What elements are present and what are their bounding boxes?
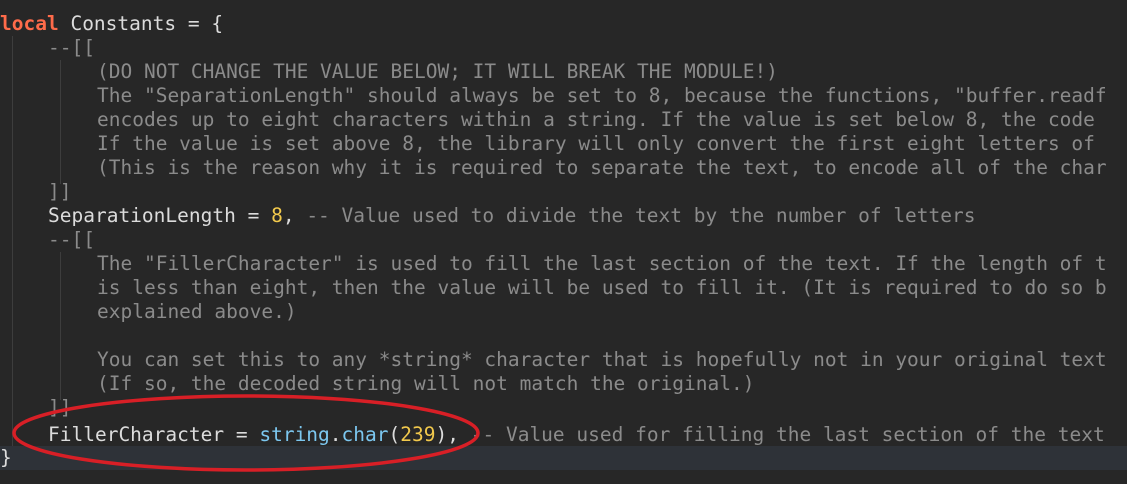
code-line-10: --[[ [48, 228, 95, 251]
indent-guide [12, 36, 13, 446]
code-line-9: SeparationLength = 8, -- Value used to d… [48, 204, 976, 227]
code-line-2: --[[ [48, 36, 95, 59]
code-line-15: You can set this to any *string* charact… [97, 348, 1107, 371]
code-line-6: If the value is set above 8, the library… [97, 132, 1095, 155]
code-line-1: local Constants = { [0, 12, 224, 35]
indent-guide [60, 252, 61, 400]
code-line-8: ]] [48, 180, 72, 203]
code-line-3: (DO NOT CHANGE THE VALUE BELOW; IT WILL … [97, 60, 778, 83]
code-line-18: FillerCharacter = string.char(239), -- V… [48, 423, 1105, 446]
code-line-7: (This is the reason why it is required t… [97, 156, 1107, 179]
code-line-4: The "SeparationLength" should always be … [97, 84, 1107, 107]
code-line-11: The "FillerCharacter" is used to fill th… [97, 252, 1107, 275]
code-line-5: encodes up to eight characters within a … [97, 108, 1095, 131]
code-line-16: (If so, the decoded string will not matc… [97, 372, 755, 395]
code-line-12: is less than eight, then the value will … [97, 276, 1107, 299]
code-line-17: ]] [48, 396, 72, 419]
code-line-13: explained above.) [97, 300, 297, 323]
code-line-19: } [0, 446, 12, 469]
indent-guide [60, 60, 61, 184]
current-line-highlight [0, 446, 1127, 470]
code-editor[interactable]: local Constants = { --[[ (DO NOT CHANGE … [0, 0, 1127, 484]
